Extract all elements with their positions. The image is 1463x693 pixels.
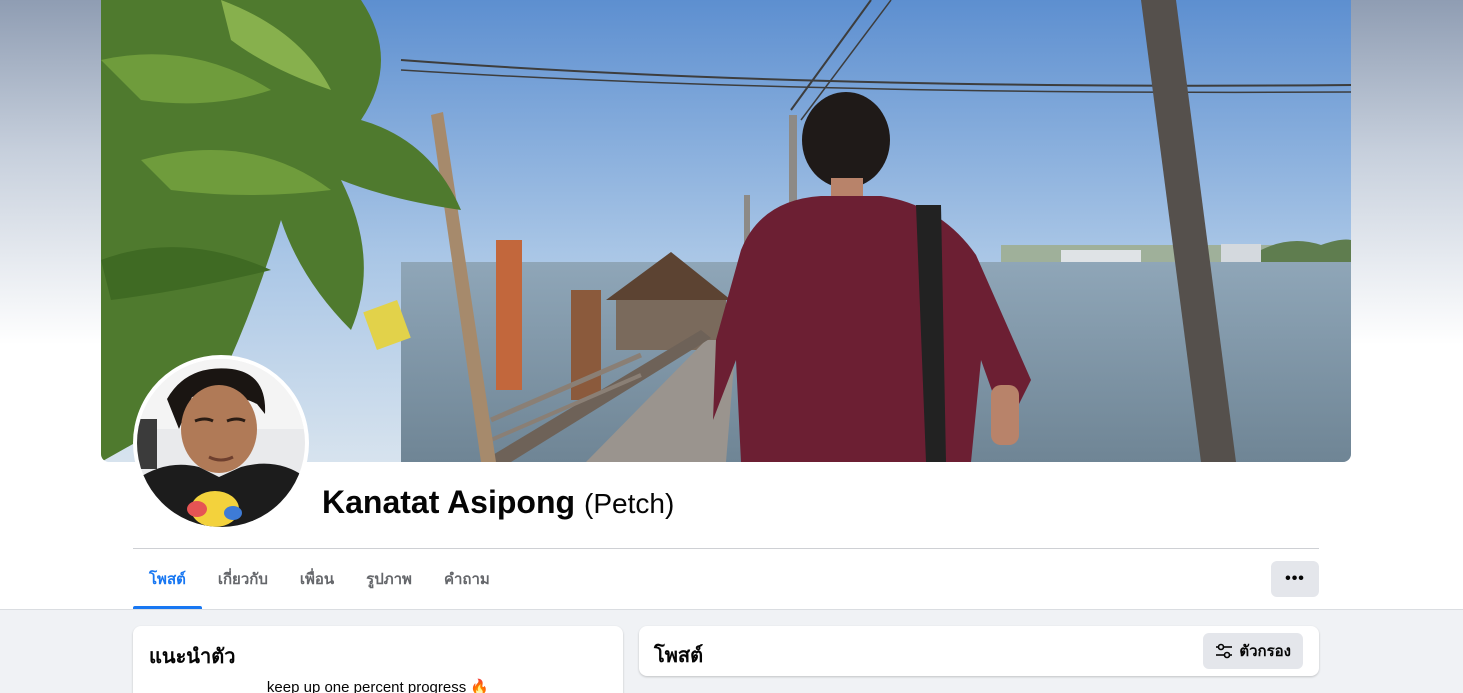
intro-card: แนะนำตัว keep up one percent progress 🔥 <box>133 626 623 693</box>
profile-alternate-name: (Petch) <box>584 488 675 519</box>
tab-posts[interactable]: โพสต์ <box>133 549 202 609</box>
profile-tabs: โพสต์ เกี่ยวกับ เพื่อน รูปภาพ คำถาม <box>133 549 506 609</box>
sliders-icon <box>1216 643 1233 659</box>
profile-name-row: Kanatat Asipong (Petch) <box>322 484 674 528</box>
intro-title: แนะนำตัว <box>149 646 236 668</box>
posts-title: โพสต์ <box>654 645 704 667</box>
tab-questions[interactable]: คำถาม <box>428 549 506 609</box>
profile-name: Kanatat Asipong <box>322 484 576 520</box>
header-bottom-border <box>0 609 1463 610</box>
tab-friends[interactable]: เพื่อน <box>284 549 350 609</box>
profile-picture[interactable] <box>133 355 309 531</box>
more-options-button[interactable]: ••• <box>1271 561 1319 597</box>
profile-picture-image <box>137 359 305 527</box>
posts-header-card: โพสต์ ตัวกรอง <box>639 626 1319 676</box>
filter-button-label: ตัวกรอง <box>1239 643 1291 660</box>
intro-bio: keep up one percent progress 🔥 <box>266 679 490 693</box>
tab-photos[interactable]: รูปภาพ <box>350 549 428 609</box>
tab-about[interactable]: เกี่ยวกับ <box>202 549 284 609</box>
more-dots-icon: ••• <box>1285 570 1305 587</box>
filter-button[interactable]: ตัวกรอง <box>1203 633 1303 669</box>
